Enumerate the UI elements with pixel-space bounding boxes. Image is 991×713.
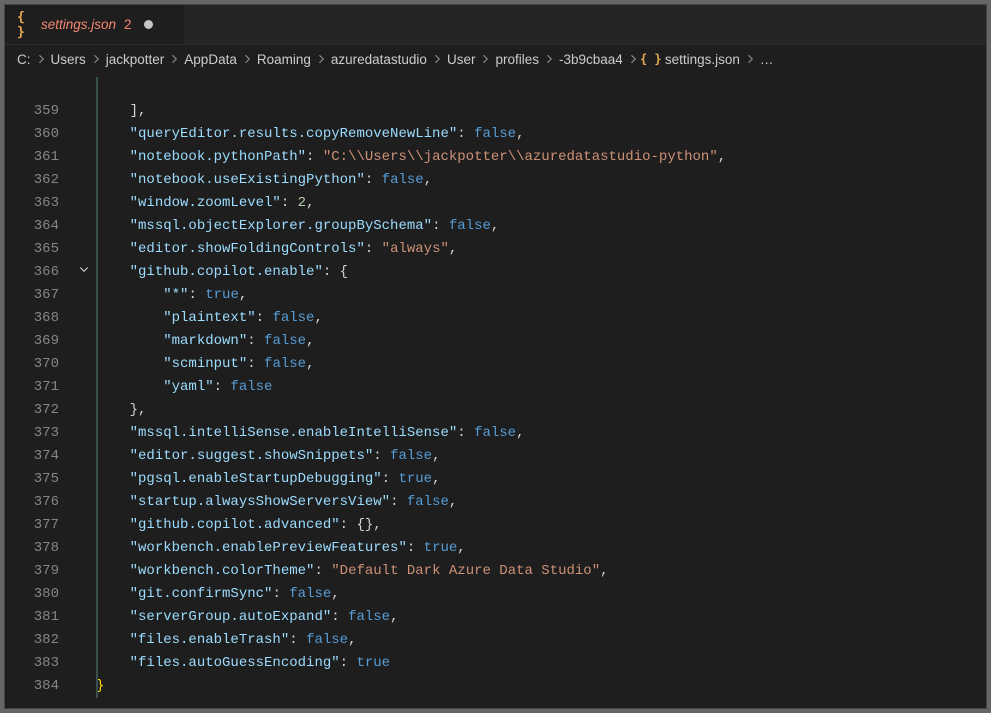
line-number: 378 xyxy=(5,537,65,560)
breadcrumb-file[interactable]: settings.json xyxy=(665,52,740,67)
line-number: 379 xyxy=(5,560,65,583)
code-line[interactable]: "startup.alwaysShowServersView": false, xyxy=(96,491,986,514)
line-number: 364 xyxy=(5,215,65,238)
line-number: 359 xyxy=(5,100,65,123)
code-line[interactable] xyxy=(96,77,986,100)
chevron-right-icon xyxy=(315,53,327,65)
breadcrumb-segment[interactable]: User xyxy=(447,52,476,67)
line-number: 381 xyxy=(5,606,65,629)
editor-window: { } settings.json 2 C: Users jackpotter App… xyxy=(4,4,987,709)
line-number: 380 xyxy=(5,583,65,606)
fold-chevron-down-icon[interactable] xyxy=(78,261,90,284)
line-number: 382 xyxy=(5,629,65,652)
code-line[interactable]: "pgsql.enableStartupDebugging": true, xyxy=(96,468,986,491)
code-line[interactable]: "files.autoGuessEncoding": true xyxy=(96,652,986,675)
line-number-gutter: 3593603613623633643653663673683693703713… xyxy=(5,77,73,708)
breadcrumb-segment[interactable]: C: xyxy=(17,52,31,67)
line-number: 361 xyxy=(5,146,65,169)
tab-bar: { } settings.json 2 xyxy=(5,5,986,45)
tab-label: settings.json xyxy=(41,17,116,32)
line-number: 362 xyxy=(5,169,65,192)
code-line[interactable]: "notebook.useExistingPython": false, xyxy=(96,169,986,192)
code-line[interactable]: "plaintext": false, xyxy=(96,307,986,330)
tab-problems-badge: 2 xyxy=(124,17,132,32)
line-number: 365 xyxy=(5,238,65,261)
code-content[interactable]: ], "queryEditor.results.copyRemoveNewLin… xyxy=(95,77,986,708)
code-line[interactable]: "markdown": false, xyxy=(96,330,986,353)
chevron-right-icon xyxy=(627,53,639,65)
code-line[interactable]: } xyxy=(96,675,986,698)
line-number: 367 xyxy=(5,284,65,307)
code-line[interactable]: ], xyxy=(96,100,986,123)
line-number: 371 xyxy=(5,376,65,399)
chevron-right-icon xyxy=(744,53,756,65)
code-line[interactable]: }, xyxy=(96,399,986,422)
line-number: 360 xyxy=(5,123,65,146)
breadcrumb-segment[interactable]: profiles xyxy=(495,52,539,67)
json-file-icon: { } xyxy=(17,17,33,33)
breadcrumb-segment[interactable]: jackpotter xyxy=(106,52,165,67)
breadcrumb: C: Users jackpotter AppData Roaming azuredata… xyxy=(5,45,986,73)
breadcrumb-segment[interactable]: Users xyxy=(51,52,86,67)
code-line[interactable]: "notebook.pythonPath": "C:\\Users\\jackp… xyxy=(96,146,986,169)
line-number: 383 xyxy=(5,652,65,675)
code-line[interactable]: "scminput": false, xyxy=(96,353,986,376)
chevron-right-icon xyxy=(35,53,47,65)
breadcrumb-segment[interactable]: Roaming xyxy=(257,52,311,67)
line-number: 375 xyxy=(5,468,65,491)
json-file-icon: { } xyxy=(643,51,659,67)
dirty-indicator-icon xyxy=(144,20,153,29)
breadcrumb-segment[interactable]: AppData xyxy=(184,52,237,67)
code-line[interactable]: "yaml": false xyxy=(96,376,986,399)
line-number: 376 xyxy=(5,491,65,514)
code-line[interactable]: "workbench.enablePreviewFeatures": true, xyxy=(96,537,986,560)
code-line[interactable]: "workbench.colorTheme": "Default Dark Az… xyxy=(96,560,986,583)
code-line[interactable]: "editor.showFoldingControls": "always", xyxy=(96,238,986,261)
chevron-right-icon xyxy=(90,53,102,65)
code-line[interactable]: "files.enableTrash": false, xyxy=(96,629,986,652)
tab-settings-json[interactable]: { } settings.json 2 xyxy=(5,5,185,44)
code-editor[interactable]: 3593603613623633643653663673683693703713… xyxy=(5,73,986,708)
code-line[interactable]: "serverGroup.autoExpand": false, xyxy=(96,606,986,629)
code-line[interactable]: "mssql.objectExplorer.groupBySchema": fa… xyxy=(96,215,986,238)
line-number: 369 xyxy=(5,330,65,353)
code-line[interactable]: "editor.suggest.showSnippets": false, xyxy=(96,445,986,468)
line-number xyxy=(5,77,65,100)
line-number: 374 xyxy=(5,445,65,468)
line-number: 366 xyxy=(5,261,65,284)
chevron-right-icon xyxy=(431,53,443,65)
breadcrumb-segment[interactable]: -3b9cbaa4 xyxy=(559,52,623,67)
chevron-right-icon xyxy=(543,53,555,65)
chevron-right-icon xyxy=(479,53,491,65)
fold-gutter xyxy=(73,77,95,708)
line-number: 384 xyxy=(5,675,65,698)
code-line[interactable]: "queryEditor.results.copyRemoveNewLine":… xyxy=(96,123,986,146)
code-line[interactable]: "github.copilot.advanced": {}, xyxy=(96,514,986,537)
line-number: 377 xyxy=(5,514,65,537)
code-line[interactable]: "github.copilot.enable": { xyxy=(96,261,986,284)
code-line[interactable]: "mssql.intelliSense.enableIntelliSense":… xyxy=(96,422,986,445)
code-line[interactable]: "window.zoomLevel": 2, xyxy=(96,192,986,215)
line-number: 363 xyxy=(5,192,65,215)
chevron-right-icon xyxy=(241,53,253,65)
code-line[interactable]: "git.confirmSync": false, xyxy=(96,583,986,606)
chevron-right-icon xyxy=(168,53,180,65)
breadcrumb-ellipsis[interactable]: … xyxy=(760,52,774,67)
breadcrumb-segment[interactable]: azuredatastudio xyxy=(331,52,427,67)
line-number: 370 xyxy=(5,353,65,376)
line-number: 372 xyxy=(5,399,65,422)
code-line[interactable]: "*": true, xyxy=(96,284,986,307)
line-number: 373 xyxy=(5,422,65,445)
line-number: 368 xyxy=(5,307,65,330)
